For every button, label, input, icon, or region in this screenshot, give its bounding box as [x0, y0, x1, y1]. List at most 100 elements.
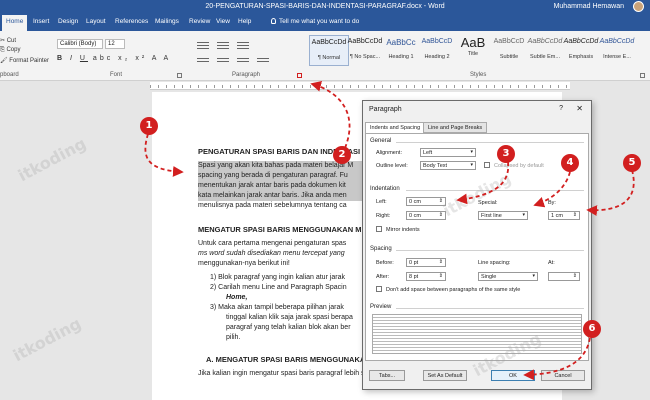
format-painter-label: Format Painter: [9, 58, 49, 64]
cancel-button[interactable]: Cancel: [541, 370, 585, 381]
paragraph-launcher-icon[interactable]: [297, 73, 302, 78]
style-subtitle[interactable]: AaBbCcD Subtitle: [489, 35, 529, 66]
right-indent-input[interactable]: 0 cm ⇕: [406, 211, 446, 220]
at-input[interactable]: ⇕: [548, 272, 580, 281]
user-name[interactable]: Muhammad Hemawan: [554, 3, 624, 10]
step-marker-1: 1: [140, 117, 158, 135]
chevron-down-icon: ▾: [532, 273, 535, 279]
left-indent-label: Left:: [376, 199, 387, 205]
styles-group-label: Styles: [470, 72, 487, 78]
copy-label: Copy: [6, 47, 21, 53]
paragraph-dialog: Paragraph ? ✕ Indents and Spacing Line a…: [362, 100, 592, 390]
before-input[interactable]: 0 pt ⇕: [406, 258, 446, 267]
copy-button[interactable]: ⎘ Copy: [0, 47, 20, 54]
tab-design[interactable]: Design: [58, 18, 78, 25]
mirror-indents-checkbox[interactable]: [376, 226, 382, 232]
after-label: After:: [376, 274, 390, 280]
style-subtle-emphasis[interactable]: AaBbCcDd Subtle Em...: [525, 35, 565, 66]
chevron-down-icon: ▾: [470, 162, 473, 168]
paragraph-buttons[interactable]: [195, 39, 300, 67]
style-heading-2[interactable]: AaBbCcD Heading 2: [417, 35, 457, 66]
step-marker-6: 6: [583, 320, 601, 338]
dialog-panel: General Alignment: Left ▾ Outline level: …: [365, 133, 589, 361]
spinner-icon[interactable]: ⇕: [573, 212, 577, 218]
close-icon[interactable]: ✕: [576, 104, 583, 113]
styles-launcher-icon[interactable]: [640, 73, 645, 78]
right-indent-label: Right:: [376, 213, 391, 219]
font-size-select[interactable]: 12: [105, 39, 125, 49]
by-label: By:: [548, 200, 556, 206]
arrow-5: [586, 169, 635, 216]
tab-layout[interactable]: Layout: [86, 18, 106, 25]
collapsed-label: Collapsed by default: [494, 163, 544, 169]
before-label: Before:: [376, 260, 394, 266]
format-painter-button[interactable]: 🖌 Format Painter: [0, 57, 49, 64]
clipboard-group-label: pboard: [0, 72, 19, 78]
style-title[interactable]: AaB Title: [453, 35, 493, 66]
chevron-down-icon: ▾: [470, 149, 473, 155]
tab-review[interactable]: Review: [189, 18, 210, 25]
chevron-down-icon: ▾: [522, 212, 525, 218]
watermark: itkoding: [9, 313, 85, 366]
step-marker-4: 4: [561, 154, 579, 172]
tab-references[interactable]: References: [115, 18, 148, 25]
dont-add-space-checkbox[interactable]: [376, 286, 382, 292]
after-input[interactable]: 8 pt ⇕: [406, 272, 446, 281]
tab-view[interactable]: View: [216, 18, 230, 25]
dialog-title: Paragraph: [369, 106, 402, 113]
general-section-label: General: [370, 138, 392, 144]
cut-label: Cut: [6, 38, 17, 44]
ok-button[interactable]: OK: [491, 370, 535, 381]
tab-home[interactable]: Home: [2, 15, 28, 31]
spinner-icon[interactable]: ⇕: [439, 273, 443, 279]
tell-me-search[interactable]: Tell me what you want to do: [271, 18, 359, 25]
ribbon: ✂ Cut ⎘ Copy 🖌 Format Painter pboard Cal…: [0, 31, 650, 81]
set-as-default-button[interactable]: Set As Default: [423, 370, 467, 381]
spinner-icon[interactable]: ⇕: [439, 212, 443, 218]
tab-help[interactable]: Help: [238, 18, 251, 25]
title-bar: 20-PENGATURAN-SPASI-BARIS-DAN-INDENTASI-…: [0, 0, 650, 13]
avatar[interactable]: [633, 1, 644, 12]
style-emphasis[interactable]: AaBbCcDd Emphasis: [561, 35, 601, 66]
outline-level-label: Outline level:: [376, 163, 408, 169]
outline-level-select[interactable]: Body Text ▾: [420, 161, 476, 170]
style-no-spacing[interactable]: AaBbCcDd ¶ No Spac...: [345, 35, 385, 66]
style-normal[interactable]: AaBbCcDd ¶ Normal: [309, 35, 349, 66]
indentation-section-label: Indentation: [370, 186, 400, 192]
tab-line-and-page-breaks[interactable]: Line and Page Breaks: [423, 122, 488, 133]
help-button[interactable]: ?: [559, 105, 563, 112]
line-spacing-label: Line spacing:: [478, 260, 511, 266]
styles-gallery: AaBbCcDd ¶ Normal AaBbCcDd ¶ No Spac... Aa…: [309, 35, 637, 67]
alignment-select[interactable]: Left ▾: [420, 148, 476, 157]
spinner-icon[interactable]: ⇕: [439, 259, 443, 265]
font-group-label: Font: [110, 72, 123, 78]
mirror-indents-label: Mirror indents: [386, 227, 420, 233]
step-marker-5: 5: [623, 154, 641, 172]
at-label: At:: [548, 260, 555, 266]
font-name-select[interactable]: Calibri (Body): [57, 39, 103, 49]
paragraph-preview: [372, 314, 582, 354]
special-select[interactable]: First line ▾: [478, 211, 528, 220]
tell-me-label: Tell me what you want to do: [279, 18, 360, 25]
font-launcher-icon[interactable]: [177, 73, 182, 78]
paragraph-group-label: Paragraph: [232, 72, 261, 78]
format-buttons[interactable]: B I U abc x₂ x² A A: [57, 55, 171, 62]
watermark: itkoding: [14, 133, 90, 186]
preview-section-label: Preview: [370, 304, 392, 310]
line-spacing-select[interactable]: Single ▾: [478, 272, 538, 281]
style-heading-1[interactable]: AaBbCc Heading 1: [381, 35, 421, 66]
tab-insert[interactable]: Insert: [33, 18, 49, 25]
tabs-button[interactable]: Tabs...: [369, 370, 405, 381]
dont-add-space-label: Don't add space between paragraphs of th…: [386, 287, 521, 293]
window-title: 20-PENGATURAN-SPASI-BARIS-DAN-INDENTASI-…: [205, 3, 445, 10]
horizontal-ruler[interactable]: [150, 82, 570, 90]
tab-mailings[interactable]: Mailings: [155, 18, 179, 25]
ribbon-tabs: Home Insert Design Layout References Mai…: [0, 13, 650, 31]
by-input[interactable]: 1 cm ⇕: [548, 211, 580, 220]
collapsed-checkbox[interactable]: [484, 162, 490, 168]
step-marker-3: 3: [497, 145, 515, 163]
lightbulb-icon: [271, 18, 276, 24]
cut-button[interactable]: ✂ Cut: [0, 37, 16, 44]
style-intense-emphasis[interactable]: AaBbCcDd Intense E...: [597, 35, 637, 66]
spinner-icon[interactable]: ⇕: [573, 273, 577, 279]
